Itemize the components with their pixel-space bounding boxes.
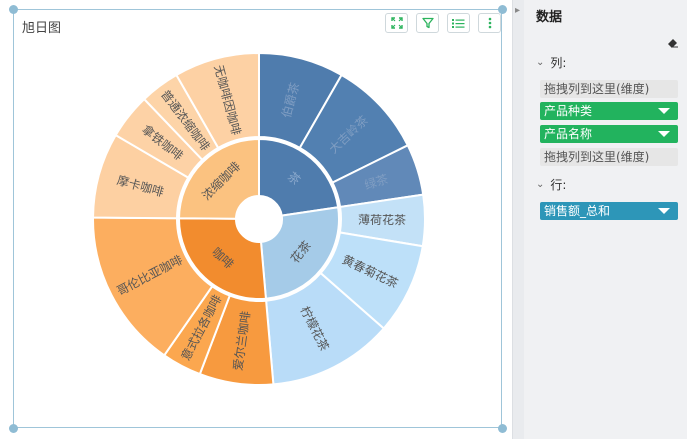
caret-down-icon[interactable]	[658, 208, 670, 214]
row-field-sales-sum[interactable]: 销售额_总和	[540, 202, 678, 220]
sunburst-product-label: 薄荷花茶	[358, 212, 406, 227]
resize-handle-bottom-right[interactable]	[498, 424, 507, 433]
sunburst-widget[interactable]: 旭日图 伯爵茶 大吉岭茶 绿茶 茶 薄荷花茶 黄春菊花茶 柠檬花茶 花茶 爱尔兰…	[13, 9, 502, 428]
sunburst-center-hole	[236, 196, 282, 242]
panel-splitter[interactable]: ▸	[512, 0, 524, 439]
column-field-product-category[interactable]: 产品种类	[540, 102, 678, 120]
caret-down-icon[interactable]	[658, 131, 670, 137]
report-canvas: 旭日图 伯爵茶 大吉岭茶 绿茶 茶 薄荷花茶 黄春菊花茶 柠檬花茶 花茶 爱尔兰…	[0, 0, 512, 439]
rows-label: 行:	[550, 178, 567, 192]
resize-handle-top-right[interactable]	[498, 5, 507, 14]
clear-button[interactable]	[667, 33, 679, 52]
caret-down-icon[interactable]	[658, 108, 670, 114]
column-drop-zone-bottom[interactable]: 拖拽列到这里(维度)	[540, 148, 678, 166]
eraser-icon	[668, 39, 678, 48]
rows-section-header[interactable]: ⌄ 行:	[536, 176, 566, 193]
column-field-product-name[interactable]: 产品名称	[540, 125, 678, 143]
resize-handle-top-left[interactable]	[9, 5, 18, 14]
data-panel: 数据 ⌄ 列: 拖拽列到这里(维度) 产品种类 产品名称 拖拽列到这里(维度) …	[524, 0, 687, 439]
chevron-down-icon: ⌄	[536, 57, 545, 68]
column-drop-zone-top[interactable]: 拖拽列到这里(维度)	[540, 80, 678, 98]
chevron-down-icon: ⌄	[536, 179, 545, 190]
resize-handle-bottom-left[interactable]	[9, 424, 18, 433]
chevron-right-icon[interactable]: ▸	[515, 6, 520, 16]
panel-title: 数据	[536, 10, 563, 25]
columns-label: 列:	[550, 56, 567, 70]
columns-section-header[interactable]: ⌄ 列:	[536, 54, 566, 71]
sunburst-chart[interactable]: 伯爵茶大吉岭茶绿茶茶薄荷花茶黄春菊花茶柠檬花茶花茶爱尔兰咖啡意式拉各咖啡哥伦比亚…	[14, 10, 503, 429]
